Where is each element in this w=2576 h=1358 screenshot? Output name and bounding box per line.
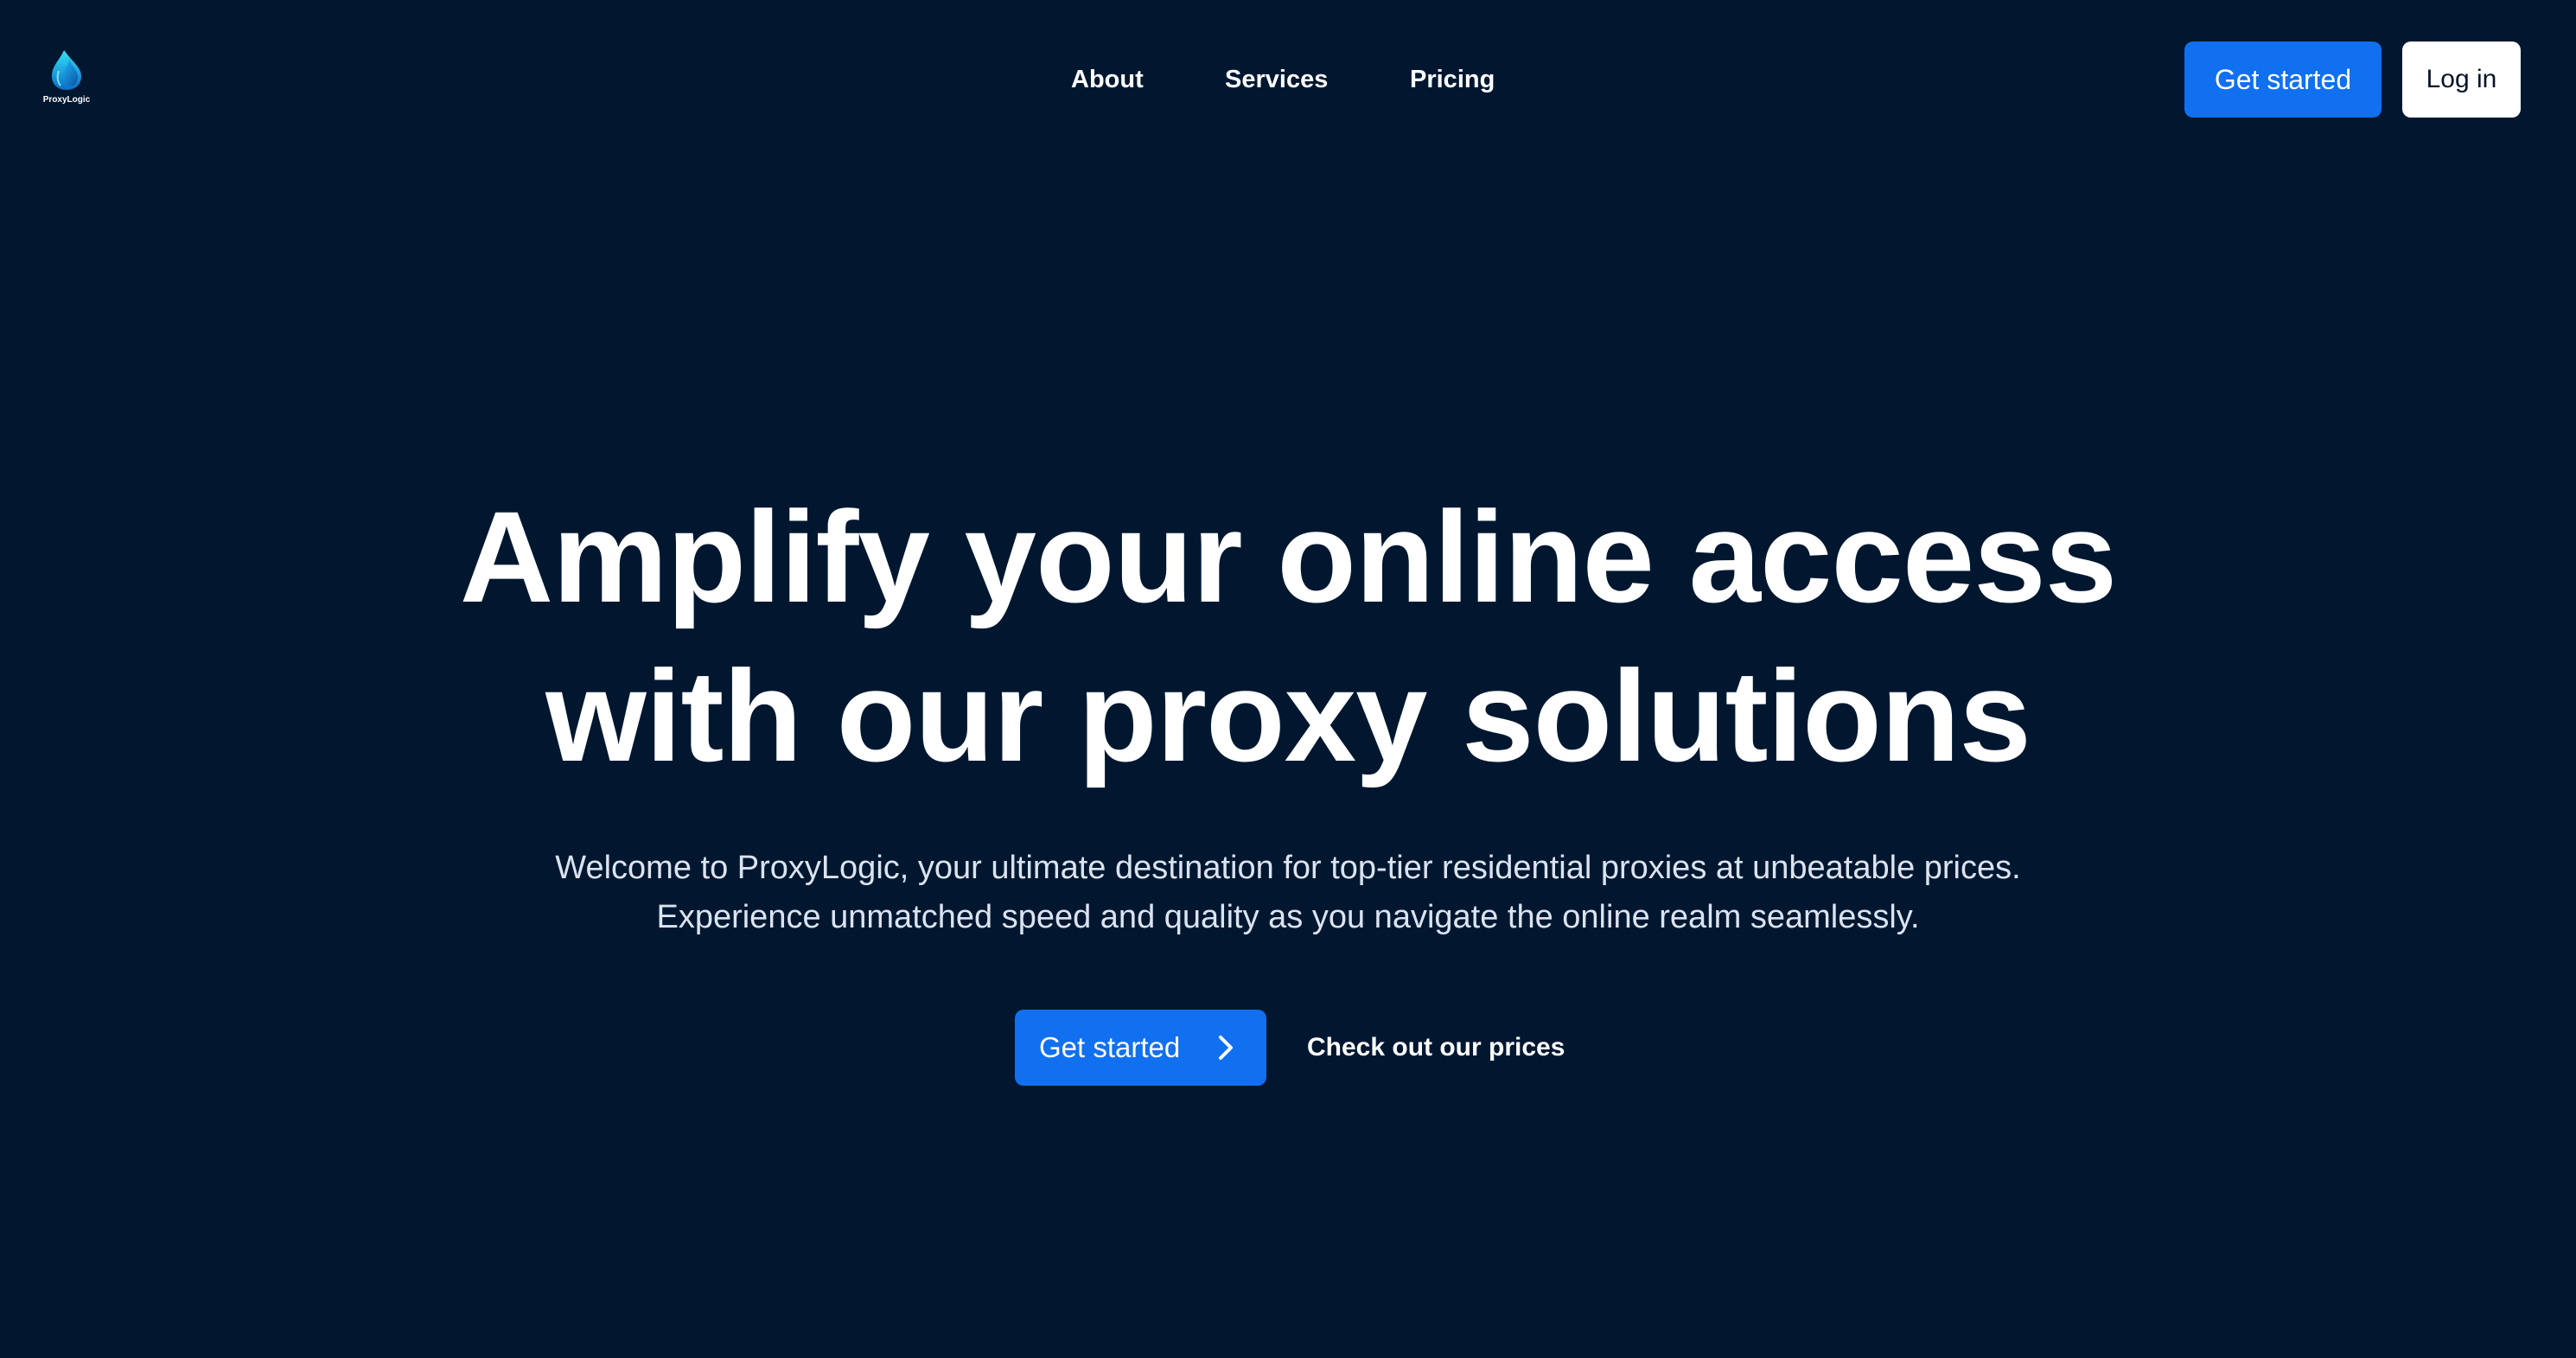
site-header: ProxyLogic About Services Pricing Get st… — [0, 0, 2576, 159]
hero-title: Amplify your online access with our prox… — [0, 477, 2576, 795]
header-get-started-button[interactable]: Get started — [2184, 41, 2382, 118]
hero-subtitle-line-1: Welcome to ProxyLogic, your ultimate des… — [555, 850, 2021, 886]
hero-get-started-label: Get started — [1039, 1031, 1181, 1063]
nav-item-services[interactable]: Services — [1225, 57, 1328, 102]
login-button[interactable]: Log in — [2402, 41, 2521, 118]
hero-get-started-button[interactable]: Get started — [1015, 1010, 1266, 1086]
hero-title-line-1: Amplify your online access — [459, 484, 2117, 629]
hero-subtitle-line-2: Experience unmatched speed and quality a… — [656, 899, 1920, 935]
hero-subtitle: Welcome to ProxyLogic, your ultimate des… — [0, 844, 2576, 942]
chevron-right-icon — [1219, 1036, 1233, 1060]
hero-title-line-2: with our proxy solutions — [545, 643, 2031, 788]
nav-item-about[interactable]: About — [1071, 57, 1144, 102]
check-prices-link[interactable]: Check out our prices — [1307, 1025, 1565, 1070]
nav-item-pricing[interactable]: Pricing — [1410, 57, 1495, 102]
